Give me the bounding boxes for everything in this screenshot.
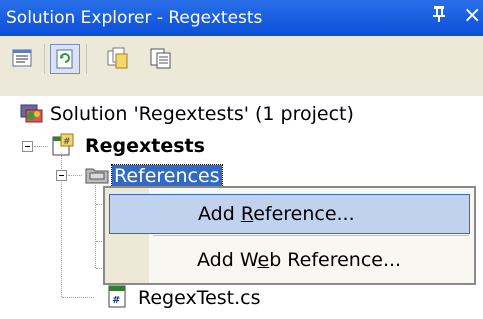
refresh-icon <box>56 49 73 69</box>
view-code-button[interactable] <box>147 44 177 74</box>
file-label: RegexTest.cs <box>138 287 261 309</box>
csharp-file-icon: # <box>106 284 128 314</box>
properties-button[interactable] <box>8 44 38 74</box>
window-title: Solution Explorer - Regextests <box>6 8 263 28</box>
svg-text:#: # <box>63 137 71 147</box>
pin-icon[interactable] <box>431 5 447 28</box>
references-label: References <box>111 164 223 188</box>
properties-icon <box>12 49 32 67</box>
solution-label: Solution 'Regextests' (1 project) <box>50 103 354 125</box>
csharp-project-icon: # <box>51 133 75 161</box>
title-bar: Solution Explorer - Regextests × <box>0 0 483 36</box>
show-all-files-button[interactable] <box>103 44 133 74</box>
svg-text:#: # <box>112 295 120 306</box>
close-icon[interactable]: × <box>463 4 481 28</box>
project-label: Regextests <box>85 135 205 157</box>
collapse-toggle-references[interactable] <box>56 170 67 181</box>
menu-item-add-reference[interactable]: Add Reference... <box>109 194 470 234</box>
collapse-toggle-project[interactable] <box>22 141 33 152</box>
add-reference-label: Add Reference... <box>198 203 355 225</box>
menu-separator <box>153 235 469 236</box>
add-web-reference-label: Add Web Reference... <box>197 249 402 271</box>
toolbar <box>0 36 483 96</box>
context-menu: Add Reference... Add Web Reference... <box>103 186 476 285</box>
show-all-files-icon <box>107 47 128 69</box>
view-code-icon <box>150 48 171 69</box>
refresh-button[interactable] <box>50 44 80 74</box>
menu-item-add-web-reference[interactable]: Add Web Reference... <box>109 241 470 281</box>
solution-icon <box>20 102 44 128</box>
